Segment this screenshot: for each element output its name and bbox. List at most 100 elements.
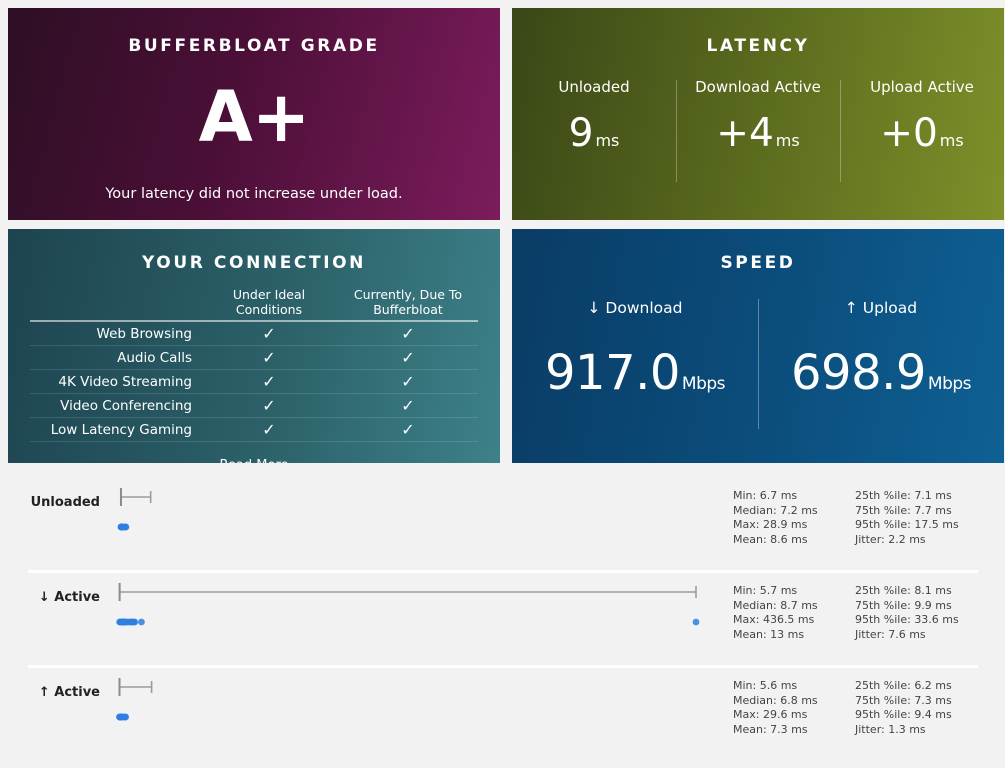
activity-name: 4K Video Streaming [30, 369, 200, 394]
latency-label: Unloaded [558, 78, 630, 96]
table-header-row: Under Ideal Conditions Currently, Due To… [30, 287, 478, 322]
table-row: Video Conferencing ✓ ✓ [30, 393, 478, 418]
stat-line: Jitter: 7.6 ms [855, 627, 926, 641]
latency-value: +4 ms [676, 114, 840, 153]
latency-column-unloaded: Unloaded 9 ms [512, 78, 676, 188]
stat-line: Min: 6.7 ms [733, 489, 798, 502]
check-icon: ✓ [338, 417, 478, 442]
stat-line: Min: 5.7 ms [733, 584, 798, 597]
latency-label: Upload Active [870, 78, 974, 96]
download-label: ↓ Download [587, 299, 683, 317]
stat-row-download-active: ↓ Active Min: 5.7 ms Median: 8.7 ms Max:… [0, 570, 1005, 665]
stat-text-right: 25th %ile: 6.2 ms 75th %ile: 7.3 ms 95th… [855, 679, 952, 737]
stat-row-label: Unloaded [30, 495, 100, 510]
stat-text-left: Min: 6.7 ms Median: 7.2 ms Max: 28.9 ms … [733, 489, 818, 547]
check-icon: ✓ [338, 393, 478, 418]
activity-name: Audio Calls [30, 345, 200, 370]
read-more-link[interactable]: Read More [219, 458, 288, 463]
upload-number: 698.9 [790, 345, 926, 401]
latency-plot-upload-active [116, 678, 153, 721]
connection-capability-table: Under Ideal Conditions Currently, Due To… [30, 287, 478, 442]
latency-value: 9 ms [512, 114, 676, 153]
stat-line: 95th %ile: 33.6 ms [855, 613, 959, 627]
stat-line: 25th %ile: 6.2 ms [855, 679, 952, 692]
row-divider [28, 570, 978, 573]
latency-column-upload-active: Upload Active +0 ms [840, 78, 1004, 188]
stat-line: Median: 6.8 ms [733, 693, 818, 707]
check-icon: ✓ [338, 321, 478, 346]
stat-line: 95th %ile: 17.5 ms [855, 518, 959, 532]
table-row: 4K Video Streaming ✓ ✓ [30, 369, 478, 394]
latency-number: 9 [568, 111, 594, 156]
stat-line: 75th %ile: 7.3 ms [855, 693, 952, 707]
bufferbloat-grade-card: BUFFERBLOAT GRADE A+ Your latency did no… [8, 8, 500, 220]
latency-plot-download-active [116, 583, 700, 626]
stat-row-label: ↑ Active [38, 685, 100, 700]
stat-text-left: Min: 5.7 ms Median: 8.7 ms Max: 436.5 ms… [733, 584, 818, 642]
check-icon: ✓ [200, 321, 338, 346]
latency-columns: Unloaded 9 ms Download Active +4 ms Upload… [512, 78, 1004, 188]
stat-row-label: ↓ Active [38, 590, 100, 605]
latency-statistics-section: Unloaded Min: 6.7 ms Median: 7.2 ms Max:… [0, 475, 1005, 760]
grade-value: A+ [198, 76, 311, 158]
latency-card-title: LATENCY [706, 36, 810, 56]
stat-line: Mean: 13 ms [733, 627, 805, 641]
upload-value: 698.9 Mbps [758, 349, 1004, 397]
stat-text-left: Min: 5.6 ms Median: 6.8 ms Max: 29.6 ms … [733, 679, 818, 737]
check-icon: ✓ [200, 393, 338, 418]
your-connection-card: YOUR CONNECTION Under Ideal Conditions C… [8, 229, 500, 463]
read-more-container: Read More [8, 454, 500, 463]
check-icon: ✓ [338, 345, 478, 370]
stat-row-upload-active: ↑ Active Min: 5.6 ms Median: 6.8 ms Max:… [0, 665, 1005, 760]
speed-column-upload: ↑ Upload 698.9 Mbps [758, 299, 1004, 449]
stat-line: Median: 7.2 ms [733, 503, 818, 517]
latency-unit: ms [775, 131, 800, 150]
upload-unit: Mbps [927, 374, 972, 394]
connection-card-title: YOUR CONNECTION [141, 253, 367, 273]
grade-subtitle: Your latency did not increase under load… [105, 186, 403, 202]
activity-name: Web Browsing [30, 321, 200, 346]
speed-card: SPEED ↓ Download 917.0 Mbps ↑ Upload 698.… [512, 229, 1004, 463]
table-row: Web Browsing ✓ ✓ [30, 321, 478, 346]
speed-card-title: SPEED [720, 253, 796, 273]
latency-unit: ms [595, 131, 620, 150]
table-row: Audio Calls ✓ ✓ [30, 345, 478, 370]
stat-row-unloaded: Unloaded Min: 6.7 ms Median: 7.2 ms Max:… [0, 475, 1005, 570]
column-header-current: Currently, Due To Bufferbloat [338, 287, 478, 322]
stat-line: Mean: 8.6 ms [733, 532, 808, 546]
latency-value: +0 ms [840, 114, 1004, 153]
stat-line: Mean: 7.3 ms [733, 722, 808, 736]
latency-number: +0 [880, 111, 938, 156]
check-icon: ✓ [338, 369, 478, 394]
stat-line: Jitter: 1.3 ms [855, 722, 926, 736]
stat-line: Min: 5.6 ms [733, 679, 798, 692]
speed-column-download: ↓ Download 917.0 Mbps [512, 299, 758, 449]
stat-line: Max: 436.5 ms [733, 613, 815, 627]
check-icon: ✓ [200, 369, 338, 394]
row-divider [28, 665, 978, 668]
download-number: 917.0 [544, 345, 680, 401]
stat-line: 25th %ile: 7.1 ms [855, 489, 952, 502]
activity-name: Low Latency Gaming [30, 417, 200, 442]
latency-number: +4 [716, 111, 774, 156]
stat-text-right: 25th %ile: 8.1 ms 75th %ile: 9.9 ms 95th… [855, 584, 959, 642]
check-icon: ✓ [200, 417, 338, 442]
stat-line: Jitter: 2.2 ms [855, 532, 926, 546]
speed-columns: ↓ Download 917.0 Mbps ↑ Upload 698.9 Mbps [512, 299, 1004, 449]
latency-card: LATENCY Unloaded 9 ms Download Active +4 m… [512, 8, 1004, 220]
grade-card-title: BUFFERBLOAT GRADE [128, 36, 380, 56]
stat-line: 75th %ile: 9.9 ms [855, 598, 952, 612]
bufferbloat-results-page: BUFFERBLOAT GRADE A+ Your latency did no… [0, 0, 1005, 768]
download-value: 917.0 Mbps [512, 349, 758, 397]
connection-table-body: Web Browsing ✓ ✓ Audio Calls ✓ ✓ 4K Vide… [30, 321, 478, 442]
column-header-ideal: Under Ideal Conditions [200, 287, 338, 322]
table-row: Low Latency Gaming ✓ ✓ [30, 417, 478, 442]
stat-line: Max: 29.6 ms [733, 708, 808, 722]
stat-line: 75th %ile: 7.7 ms [855, 503, 952, 517]
check-icon: ✓ [200, 345, 338, 370]
latency-plot-unloaded [117, 488, 152, 531]
latency-label: Download Active [695, 78, 821, 96]
stat-line: 25th %ile: 8.1 ms [855, 584, 952, 597]
column-header-activity [30, 287, 200, 322]
upload-label: ↑ Upload [844, 299, 918, 317]
